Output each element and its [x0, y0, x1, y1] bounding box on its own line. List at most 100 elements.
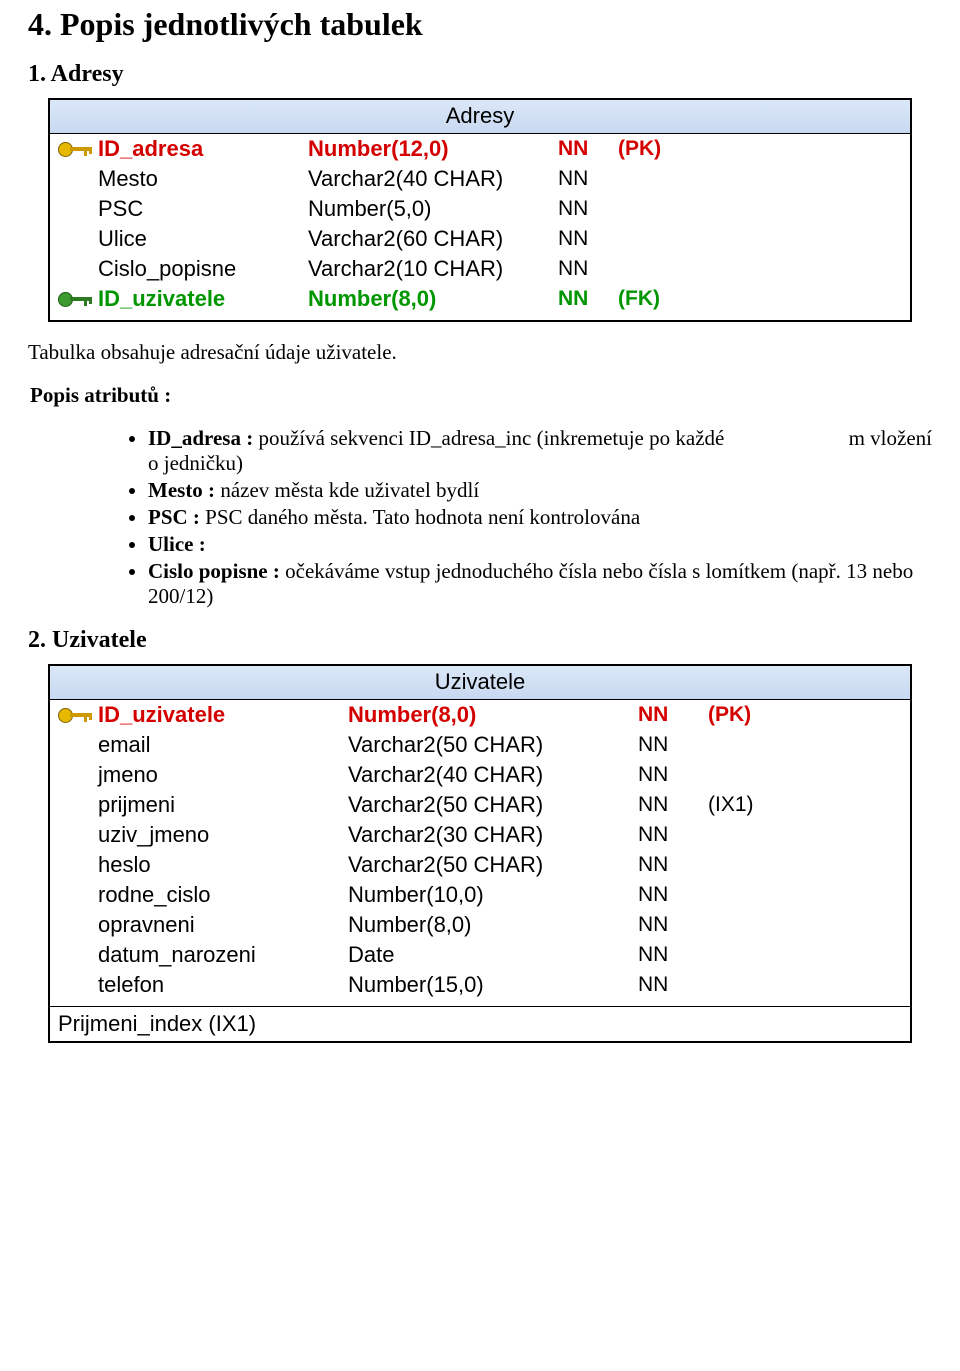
row-name: ID_adresa — [98, 136, 308, 162]
row-type: Date — [348, 942, 638, 968]
row-name: prijmeni — [98, 792, 348, 818]
list-item: Cislo popisne : očekáváme vstup jednoduc… — [148, 559, 932, 609]
row-type: Varchar2(30 CHAR) — [348, 822, 638, 848]
row-type: Number(8,0) — [348, 912, 638, 938]
attr-label: ID_adresa : — [148, 426, 258, 450]
table-row: emailVarchar2(50 CHAR)NN — [58, 730, 902, 760]
db-table-title: Uzivatele — [50, 666, 910, 700]
attr-label: PSC : — [148, 505, 200, 529]
attr-tail: m vložení — [809, 426, 932, 451]
table-row: ID_adresaNumber(12,0)NN(PK) — [58, 134, 902, 164]
table-row: UliceVarchar2(60 CHAR)NN — [58, 224, 902, 254]
db-table-adresy: Adresy ID_adresaNumber(12,0)NN(PK)MestoV… — [48, 98, 912, 322]
row-nn: NN — [638, 943, 708, 967]
row-type: Varchar2(60 CHAR) — [308, 226, 558, 252]
row-name: telefon — [98, 972, 348, 998]
row-name: uziv_jmeno — [98, 822, 348, 848]
attr-desc-cont: o jedničku) — [148, 451, 932, 476]
table-row: opravneniNumber(8,0)NN — [58, 910, 902, 940]
table-row: PSCNumber(5,0)NN — [58, 194, 902, 224]
row-nn: NN — [558, 167, 618, 191]
table-row: ID_uzivateleNumber(8,0)NN(FK) — [58, 284, 902, 314]
row-name: datum_narozeni — [98, 942, 348, 968]
db-table-uzivatele: Uzivatele ID_uzivateleNumber(8,0)NN(PK)e… — [48, 664, 912, 1043]
table-row: jmenoVarchar2(40 CHAR)NN — [58, 760, 902, 790]
row-type: Varchar2(50 CHAR) — [348, 852, 638, 878]
row-icon — [58, 292, 98, 307]
row-type: Number(15,0) — [348, 972, 638, 998]
row-nn: NN — [638, 703, 708, 727]
table-row: rodne_cisloNumber(10,0)NN — [58, 880, 902, 910]
row-name: Ulice — [98, 226, 308, 252]
key-icon — [58, 708, 92, 723]
row-extra: (PK) — [708, 703, 778, 727]
row-name: PSC — [98, 196, 308, 222]
section-heading: 4. Popis jednotlivých tabulek — [28, 6, 932, 43]
row-name: opravneni — [98, 912, 348, 938]
row-type: Varchar2(50 CHAR) — [348, 792, 638, 818]
row-type: Number(5,0) — [308, 196, 558, 222]
row-nn: NN — [558, 287, 618, 311]
row-nn: NN — [638, 793, 708, 817]
db-table-index: Prijmeni_index (IX1) — [50, 1006, 910, 1041]
db-table-title: Adresy — [50, 100, 910, 134]
row-name: rodne_cislo — [98, 882, 348, 908]
table1-caption: Tabulka obsahuje adresační údaje uživate… — [28, 340, 932, 365]
row-type: Varchar2(50 CHAR) — [348, 732, 638, 758]
subheading-adresy: 1. Adresy — [28, 61, 932, 88]
list-item: PSC : PSC daného města. Tato hodnota nen… — [148, 505, 932, 530]
list-item: Mesto : název města kde uživatel bydlí — [148, 478, 932, 503]
row-nn: NN — [638, 763, 708, 787]
list-item: ID_adresa : používá sekvenci ID_adresa_i… — [148, 426, 932, 476]
row-name: Mesto — [98, 166, 308, 192]
row-name: email — [98, 732, 348, 758]
table-row: ID_uzivateleNumber(8,0)NN(PK) — [58, 700, 902, 730]
row-nn: NN — [638, 913, 708, 937]
row-type: Number(8,0) — [348, 702, 638, 728]
row-extra: (PK) — [618, 137, 708, 161]
row-type: Number(10,0) — [348, 882, 638, 908]
key-icon — [58, 292, 92, 307]
row-nn: NN — [558, 197, 618, 221]
row-type: Varchar2(40 CHAR) — [308, 166, 558, 192]
row-type: Varchar2(10 CHAR) — [308, 256, 558, 282]
row-name: ID_uzivatele — [98, 702, 348, 728]
row-icon — [58, 142, 98, 157]
row-nn: NN — [638, 883, 708, 907]
row-nn: NN — [638, 823, 708, 847]
list-item: Ulice : — [148, 532, 932, 557]
row-nn: NN — [638, 973, 708, 997]
row-type: Varchar2(40 CHAR) — [348, 762, 638, 788]
row-name: jmeno — [98, 762, 348, 788]
row-nn: NN — [638, 733, 708, 757]
table-row: telefonNumber(15,0)NN — [58, 970, 902, 1000]
attr-desc: používá sekvenci ID_adresa_inc (inkremet… — [258, 426, 724, 450]
subheading-uzivatele: 2. Uzivatele — [28, 627, 932, 654]
table-row: prijmeniVarchar2(50 CHAR)NN(IX1) — [58, 790, 902, 820]
table-row: datum_narozeniDateNN — [58, 940, 902, 970]
row-icon — [58, 708, 98, 723]
attr-label: Cislo popisne : — [148, 559, 280, 583]
row-extra: (FK) — [618, 287, 708, 311]
row-type: Number(8,0) — [308, 286, 558, 312]
attribute-list: ID_adresa : používá sekvenci ID_adresa_i… — [148, 426, 932, 609]
row-nn: NN — [558, 137, 618, 161]
row-nn: NN — [638, 853, 708, 877]
key-icon — [58, 142, 92, 157]
row-name: ID_uzivatele — [98, 286, 308, 312]
attr-desc: název města kde uživatel bydlí — [215, 478, 479, 502]
row-name: Cislo_popisne — [98, 256, 308, 282]
attr-label: Mesto : — [148, 478, 215, 502]
row-nn: NN — [558, 227, 618, 251]
table-row: Cislo_popisneVarchar2(10 CHAR)NN — [58, 254, 902, 284]
table-row: uziv_jmenoVarchar2(30 CHAR)NN — [58, 820, 902, 850]
row-name: heslo — [98, 852, 348, 878]
attr-label: Ulice : — [148, 532, 206, 556]
table-row: MestoVarchar2(40 CHAR)NN — [58, 164, 902, 194]
attr-desc: PSC daného města. Tato hodnota není kont… — [200, 505, 640, 529]
row-nn: NN — [558, 257, 618, 281]
row-type: Number(12,0) — [308, 136, 558, 162]
table-row: hesloVarchar2(50 CHAR)NN — [58, 850, 902, 880]
row-extra: (IX1) — [708, 793, 778, 817]
popis-atributu-heading: Popis atributů : — [30, 383, 932, 408]
